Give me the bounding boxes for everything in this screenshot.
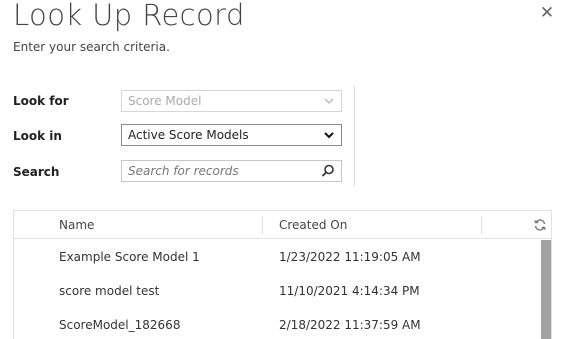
results-grid: Name Created On Example Score Model 1 1/…	[13, 210, 552, 339]
table-row[interactable]: Example Score Model 1 1/23/2022 11:19:05…	[14, 240, 539, 274]
column-header-name[interactable]: Name	[59, 211, 94, 239]
form-divider	[354, 86, 355, 186]
dialog-subtitle: Enter your search criteria.	[13, 40, 170, 54]
look-for-label: Look for	[13, 94, 69, 108]
close-icon[interactable]: ✕	[538, 4, 556, 22]
look-for-select: Score Model	[121, 90, 342, 112]
chevron-down-icon	[324, 132, 334, 139]
table-row[interactable]: ScoreModel_182668 2/18/2022 11:37:59 AM	[14, 308, 539, 339]
column-divider	[481, 216, 482, 234]
look-for-value: Score Model	[128, 94, 202, 108]
cell-created-on: 1/23/2022 11:19:05 AM	[279, 250, 421, 264]
vertical-scrollbar[interactable]	[541, 240, 551, 339]
cell-name: ScoreModel_182668	[59, 318, 181, 332]
cell-created-on: 11/10/2021 4:14:34 PM	[279, 284, 420, 298]
grid-header: Name Created On	[14, 211, 551, 239]
search-placeholder: Search for records	[128, 164, 239, 178]
cell-name: score model test	[59, 284, 160, 298]
cell-name: Example Score Model 1	[59, 250, 200, 264]
chevron-down-icon	[324, 98, 334, 104]
search-label: Search	[13, 165, 60, 179]
search-input[interactable]: Search for records	[121, 160, 342, 182]
cell-created-on: 2/18/2022 11:37:59 AM	[279, 318, 421, 332]
search-icon[interactable]	[321, 164, 335, 178]
look-in-value: Active Score Models	[128, 128, 249, 142]
table-row[interactable]: score model test 11/10/2021 4:14:34 PM	[14, 274, 539, 308]
refresh-icon[interactable]	[533, 218, 547, 232]
look-in-select[interactable]: Active Score Models	[121, 124, 342, 146]
dialog-title: Look Up Record	[13, 0, 245, 32]
column-divider	[262, 216, 263, 234]
column-header-created-on[interactable]: Created On	[279, 211, 347, 239]
look-in-label: Look in	[13, 129, 62, 143]
